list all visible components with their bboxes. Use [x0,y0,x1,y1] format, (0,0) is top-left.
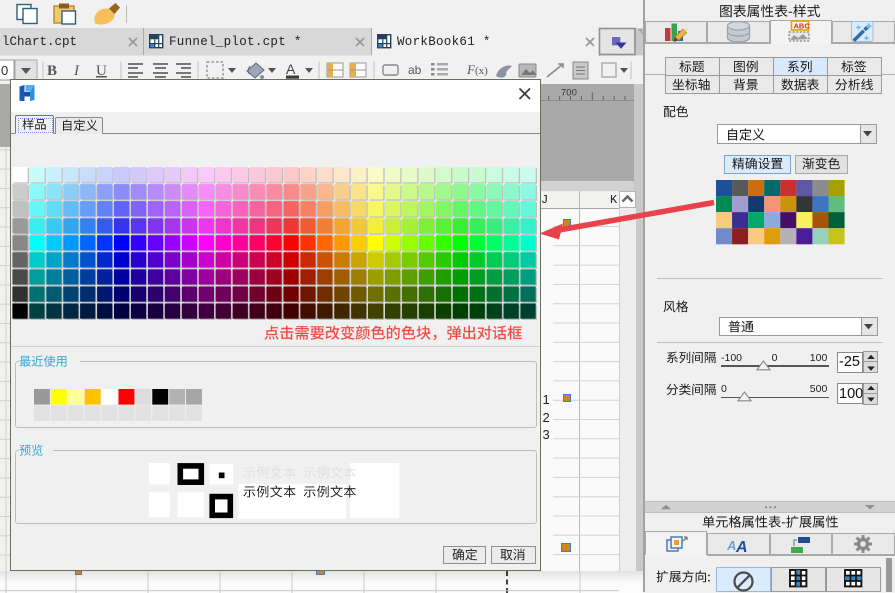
svg-text:ABC: ABC [794,22,811,31]
svg-text:A: A [735,539,748,554]
svg-text:B: B [47,63,57,79]
svg-text:A: A [727,538,736,553]
svg-text:I: I [73,63,80,79]
svg-text:0: 0 [1,63,8,78]
svg-text:ab: ab [408,63,422,77]
svg-text:700: 700 [561,88,577,99]
svg-text:(x): (x) [475,65,488,77]
svg-text:U: U [96,63,107,79]
svg-text:A: A [286,61,296,77]
